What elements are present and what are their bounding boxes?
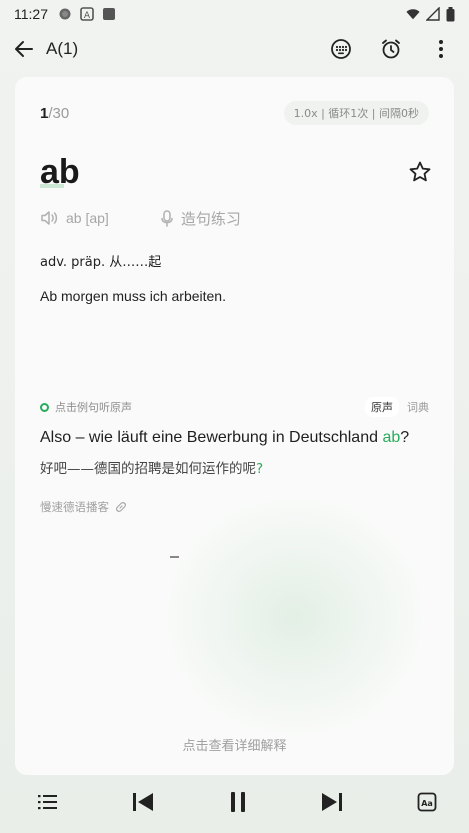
star-icon (409, 161, 431, 182)
sentence-translation: 好吧——德国的招聘是如何运作的呢? (40, 457, 263, 477)
list-icon (38, 795, 57, 810)
practice-label: 造句练习 (180, 209, 241, 228)
pause-icon (230, 792, 245, 812)
speaker-icon[interactable] (40, 210, 58, 226)
status-icons-left: A (58, 7, 116, 21)
pause-button[interactable] (226, 790, 250, 814)
translation-text: 好吧——德国的招聘是如何运作的呢 (40, 461, 256, 477)
podcast-label: 慢速德语播客 (40, 500, 109, 514)
tab-dictionary[interactable]: 词典 (407, 399, 429, 415)
example-sentence: Ab morgen muss ich arbeiten. (40, 288, 226, 304)
previous-button[interactable] (131, 790, 155, 814)
app-bar-actions (329, 37, 457, 61)
status-bar: 11:27 A (0, 0, 469, 28)
font-size-button[interactable]: Aa (415, 790, 439, 814)
circle-icon (59, 8, 71, 20)
keyboard-icon (331, 39, 351, 59)
back-button[interactable] (12, 37, 36, 61)
source-tabs: 原声 词典 (365, 397, 429, 417)
tab-original-audio[interactable]: 原声 (365, 397, 399, 417)
sentence-end: ? (400, 429, 410, 446)
app-bar: A(1) (0, 30, 469, 68)
svg-text:A: A (84, 11, 91, 21)
progress-counter: 1/30 (40, 105, 69, 122)
podcast-source[interactable]: 慢速德语播客 (40, 499, 127, 515)
definition: adv. präp. 从……起 (40, 255, 162, 270)
link-icon (116, 502, 126, 512)
playback-bar: Aa (0, 777, 469, 833)
alarm-button[interactable] (379, 37, 403, 61)
play-settings-pill[interactable]: 1.0x | 循环1次 | 间隔0秒 (283, 101, 429, 125)
progress-total: /30 (48, 104, 70, 122)
status-dot-icon (40, 402, 49, 412)
word-row: ab (40, 149, 432, 195)
sentence-practice-button[interactable]: 造句练习 (161, 208, 241, 229)
battery-icon (446, 6, 455, 21)
signal-icon (426, 7, 440, 21)
word-card: 1/30 1.0x | 循环1次 | 间隔0秒 ab ab [ap] 造句练习 … (15, 77, 454, 775)
status-time: 11:27 (14, 6, 48, 22)
keyboard-button[interactable] (329, 37, 353, 61)
status-icons-right (406, 6, 455, 22)
word-list-button[interactable] (36, 790, 60, 814)
font-size-icon: Aa (417, 792, 437, 812)
wifi-icon (406, 9, 420, 20)
pronunciation-text[interactable]: ab [ap] (66, 210, 109, 226)
sentence-text: Also – wie läuft eine Bewerbung in Deuts… (40, 429, 383, 446)
progress-row: 1/30 1.0x | 循环1次 | 间隔0秒 (40, 101, 429, 125)
microphone-icon (161, 209, 173, 227)
view-details-link[interactable]: 点击查看详细解释 (15, 735, 454, 754)
app-square-icon (103, 8, 115, 20)
audio-hint-row: 点击例句听原声 原声 词典 (40, 397, 429, 417)
more-vert-icon (439, 40, 443, 58)
audio-hint: 点击例句听原声 (55, 401, 132, 414)
svg-text:Aa: Aa (421, 799, 433, 808)
page-title: A(1) (46, 39, 79, 58)
next-button[interactable] (320, 790, 344, 814)
headword: ab (40, 152, 80, 191)
arrow-left-icon (15, 41, 33, 57)
more-button[interactable] (429, 37, 453, 61)
pronunciation-row: ab [ap] 造句练习 (40, 207, 241, 229)
context-sentence[interactable]: Also – wie läuft eine Bewerbung in Deuts… (40, 429, 434, 447)
alarm-clock-icon (382, 39, 400, 59)
sentence-highlight: ab (382, 429, 401, 446)
skip-next-icon (322, 793, 343, 811)
favorite-button[interactable] (408, 160, 432, 184)
translation-mark: ? (256, 461, 264, 477)
skip-previous-icon (132, 793, 153, 811)
text-a-icon: A (80, 7, 94, 21)
divider-dash (170, 556, 179, 558)
